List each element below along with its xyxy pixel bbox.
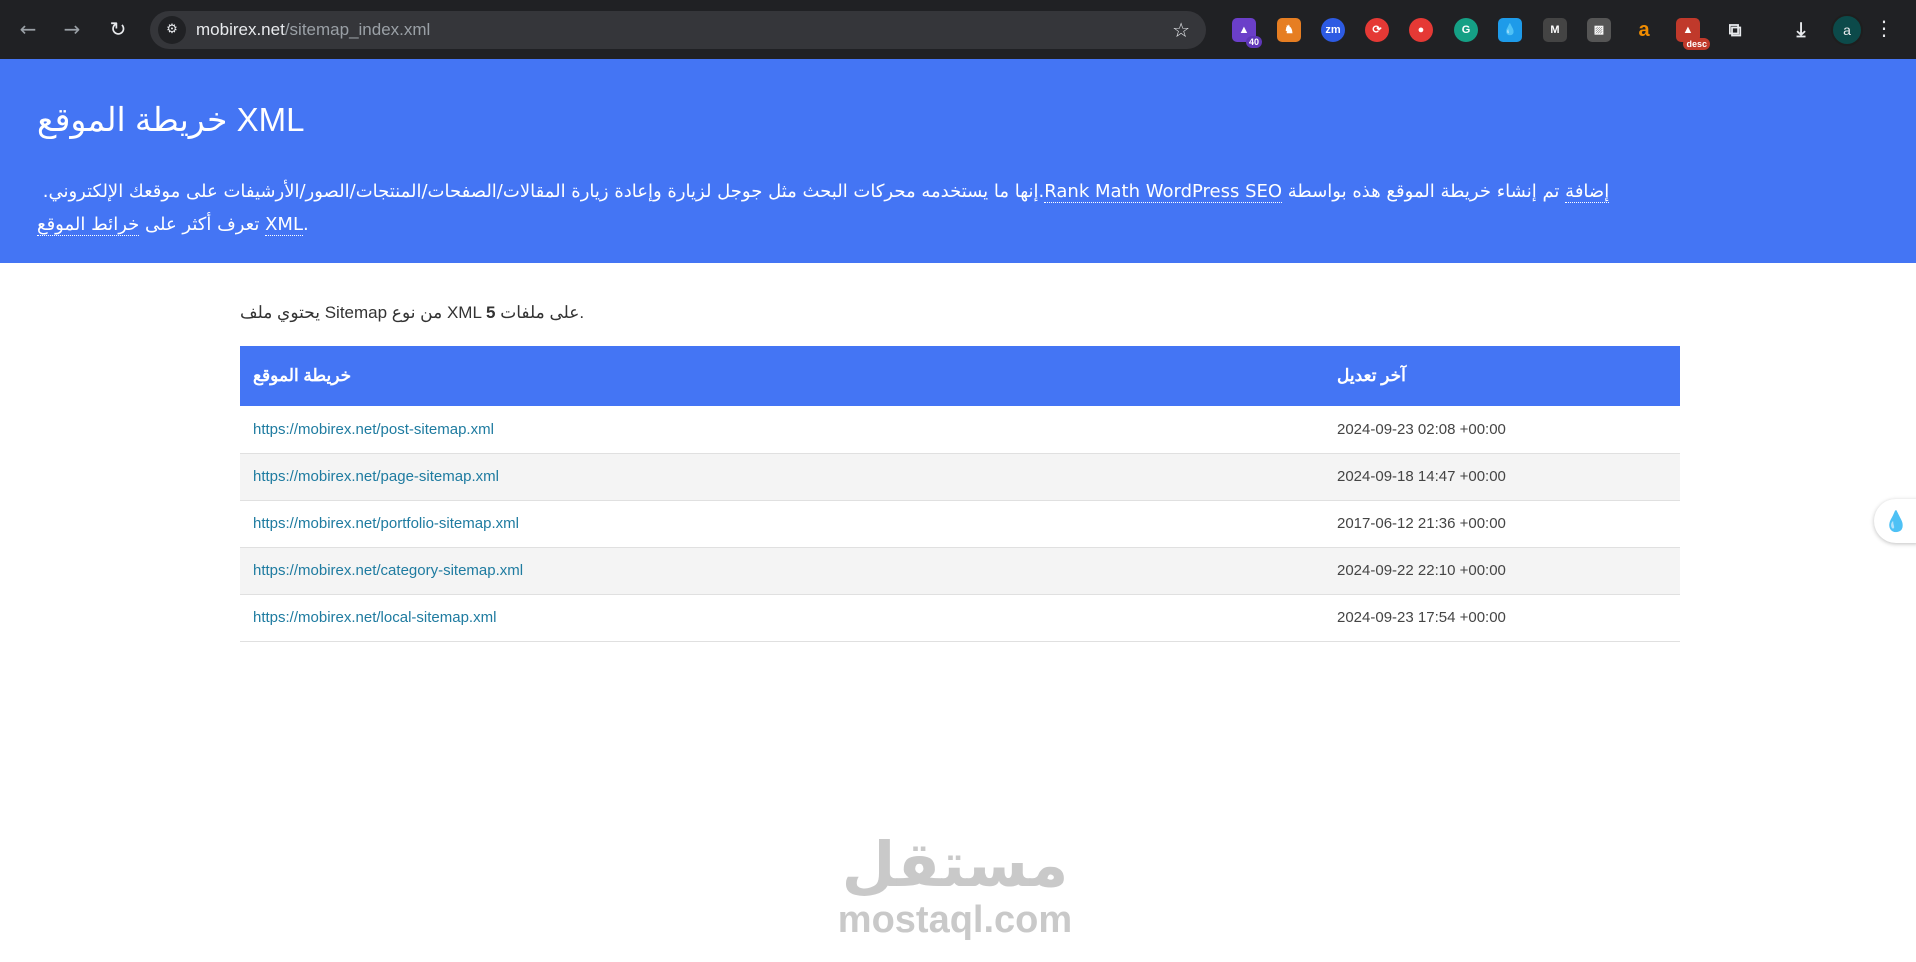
- extension-desc-icon[interactable]: ▲ desc: [1676, 18, 1710, 50]
- extensions-puzzle-icon[interactable]: ⧉: [1723, 18, 1747, 42]
- url-text[interactable]: mobirex.net/sitemap_index.xml: [196, 20, 430, 40]
- col-header-lastmod: آخر تعديل: [1337, 366, 1406, 385]
- forward-button[interactable]: →: [58, 15, 86, 43]
- page-title: خريطة الموقع XML: [37, 101, 305, 138]
- table-row: https://mobirex.net/category-sitemap.xml…: [240, 547, 1680, 595]
- table-row: https://mobirex.net/page-sitemap.xml 202…: [240, 453, 1680, 501]
- browser-menu-icon[interactable]: ⋮: [1874, 16, 1894, 40]
- extension-m-icon[interactable]: M: [1543, 18, 1567, 42]
- back-button[interactable]: ←: [14, 15, 42, 43]
- extension-chess-icon[interactable]: ♞: [1277, 18, 1301, 42]
- sitemap-count-text: يحتوي ملف Sitemap من نوع XML 5 على ملفات…: [240, 303, 585, 322]
- addon-link[interactable]: إضافة: [1565, 181, 1610, 203]
- sitemap-table: خريطة الموقع آخر تعديل https://mobirex.n…: [240, 346, 1680, 642]
- sitemap-link[interactable]: https://mobirex.net/category-sitemap.xml: [253, 562, 523, 579]
- col-header-sitemap: خريطة الموقع: [253, 366, 352, 385]
- sitemap-link[interactable]: https://mobirex.net/page-sitemap.xml: [253, 468, 499, 485]
- table-row: https://mobirex.net/post-sitemap.xml 202…: [240, 406, 1680, 454]
- rankmath-link[interactable]: Rank Math WordPress SEO: [1044, 181, 1283, 203]
- extension-sync-icon[interactable]: ⟳: [1365, 18, 1389, 42]
- lastmod-cell: 2017-06-12 21:36 +00:00: [1324, 500, 1680, 548]
- lastmod-cell: 2024-09-22 22:10 +00:00: [1324, 547, 1680, 595]
- sitemaps-learn-link[interactable]: خرائط الموقع: [37, 214, 140, 236]
- lastmod-cell: 2024-09-18 14:47 +00:00: [1324, 453, 1680, 501]
- lastmod-cell: 2024-09-23 17:54 +00:00: [1324, 594, 1680, 642]
- xml-learn-link[interactable]: XML: [265, 214, 303, 236]
- reload-button[interactable]: ↻: [104, 15, 132, 43]
- table-header-row: خريطة الموقع آخر تعديل: [240, 346, 1680, 406]
- table-row: https://mobirex.net/portfolio-sitemap.xm…: [240, 500, 1680, 548]
- address-bar[interactable]: ⚙ mobirex.net/sitemap_index.xml ☆: [150, 11, 1206, 49]
- sitemap-content: يحتوي ملف Sitemap من نوع XML 5 على ملفات…: [240, 303, 1680, 642]
- extension-graduation-icon[interactable]: ▲ 40: [1232, 18, 1262, 48]
- extension-record-icon[interactable]: ●: [1409, 18, 1433, 42]
- extension-pattern-icon[interactable]: ▨: [1587, 18, 1611, 42]
- bookmark-star-icon[interactable]: ☆: [1172, 18, 1190, 42]
- profile-avatar[interactable]: a: [1831, 14, 1863, 46]
- mostaql-watermark: مستقل mostaql.com: [835, 828, 1075, 941]
- browser-toolbar: ← → ↻ ⚙ mobirex.net/sitemap_index.xml ☆ …: [0, 0, 1916, 59]
- extension-grammarly-icon[interactable]: G: [1454, 18, 1478, 42]
- download-icon[interactable]: ⤓: [1789, 18, 1813, 42]
- extension-zoominfo-icon[interactable]: zm: [1321, 18, 1345, 42]
- table-row: https://mobirex.net/local-sitemap.xml 20…: [240, 594, 1680, 642]
- sitemap-link[interactable]: https://mobirex.net/local-sitemap.xml: [253, 609, 496, 626]
- lastmod-cell: 2024-09-23 02:08 +00:00: [1324, 406, 1680, 454]
- sitemap-link[interactable]: https://mobirex.net/portfolio-sitemap.xm…: [253, 515, 519, 532]
- floating-helper-drop-icon[interactable]: 💧: [1874, 499, 1916, 543]
- extension-amazon-icon[interactable]: a: [1632, 18, 1656, 42]
- extension-drop-icon[interactable]: 💧: [1498, 18, 1522, 42]
- sitemap-header: خريطة الموقع XML .إنها ما يستخدمه محركات…: [0, 59, 1916, 263]
- watermark-arabic: مستقل: [841, 828, 1069, 901]
- sitemap-link[interactable]: https://mobirex.net/post-sitemap.xml: [253, 421, 494, 438]
- header-description: .إنها ما يستخدمه محركات البحث مثل جوجل ل…: [37, 181, 1610, 236]
- site-info-icon[interactable]: ⚙: [158, 16, 186, 44]
- watermark-latin: mostaql.com: [837, 899, 1073, 941]
